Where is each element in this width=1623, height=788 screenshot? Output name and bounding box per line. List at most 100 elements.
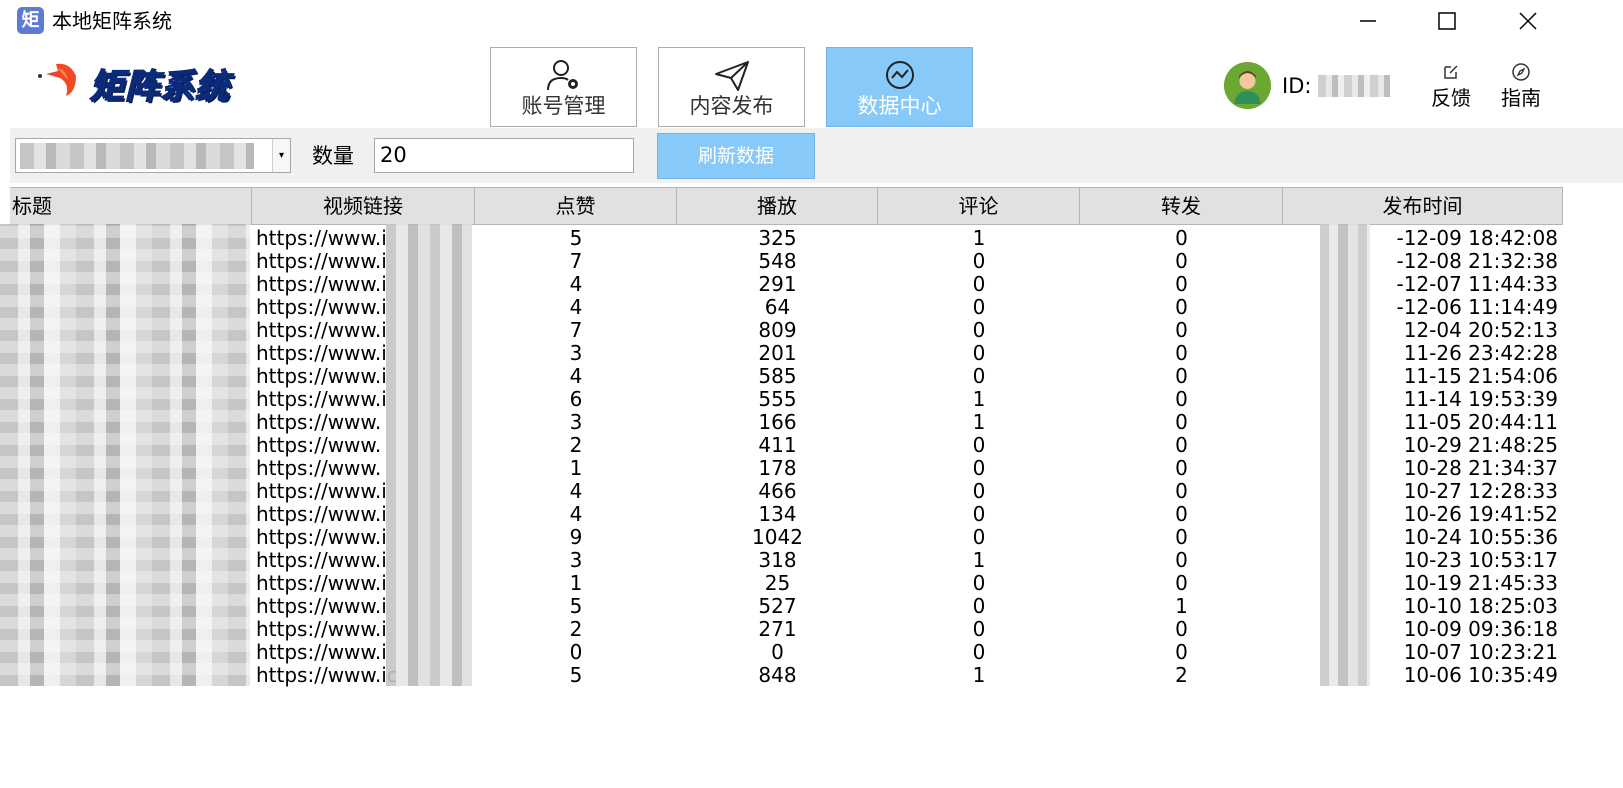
quantity-input[interactable]: 20	[374, 138, 634, 173]
close-button[interactable]	[1508, 4, 1548, 38]
cell-likes: 7	[569, 250, 583, 273]
cell-comments: 0	[972, 365, 986, 388]
cell-likes: 2	[569, 618, 583, 641]
cell-comments: 0	[972, 595, 986, 618]
user-gear-icon	[546, 60, 578, 91]
compass-icon	[1512, 63, 1530, 81]
window-title: 本地矩阵系统	[52, 9, 172, 33]
column-header-likes[interactable]: 点赞	[475, 188, 677, 225]
column-header-title[interactable]: 标题	[10, 188, 252, 225]
cell-shares: 0	[1175, 641, 1188, 664]
cell-shares: 0	[1175, 388, 1188, 411]
nav-content-publish-label: 内容发布	[689, 94, 774, 118]
app-icon: 矩	[17, 7, 44, 34]
cell-plays: 166	[758, 411, 797, 434]
cell-likes: 2	[569, 434, 583, 457]
title-bar: 矩 本地矩阵系统	[0, 0, 1623, 42]
cell-comments: 0	[972, 319, 986, 342]
cell-comments: 0	[972, 503, 986, 526]
cell-likes: 4	[569, 503, 583, 526]
cell-likes: 3	[569, 411, 583, 434]
cell-shares: 0	[1175, 273, 1188, 296]
cell-shares: 0	[1175, 618, 1188, 641]
cell-plays: 325	[758, 227, 797, 250]
cell-shares: 0	[1175, 526, 1188, 549]
cell-plays: 64	[764, 296, 791, 319]
cell-comments: 1	[972, 388, 986, 411]
nav-content-publish[interactable]: 内容发布	[658, 47, 805, 127]
cell-shares: 0	[1175, 434, 1188, 457]
column-header-link[interactable]: 视频链接	[252, 188, 475, 225]
cell-comments: 1	[972, 227, 986, 250]
refresh-data-button[interactable]: 刷新数据	[657, 133, 815, 179]
quantity-label: 数量	[312, 144, 354, 168]
bird-logo-icon	[38, 63, 76, 96]
feedback-button[interactable]: 反馈	[1427, 60, 1475, 112]
cell-likes: 5	[569, 595, 583, 618]
column-header-comments[interactable]: 评论	[878, 188, 1080, 225]
cell-shares: 0	[1175, 319, 1188, 342]
column-header-plays[interactable]: 播放	[677, 188, 878, 225]
cell-plays: 548	[758, 250, 797, 273]
cell-plays: 411	[758, 434, 797, 457]
cell-comments: 0	[972, 250, 986, 273]
cell-plays: 527	[758, 595, 797, 618]
maximize-button[interactable]	[1427, 4, 1467, 38]
logo-text: 矩阵系统	[89, 66, 230, 108]
cell-plays: 134	[758, 503, 797, 526]
cell-shares: 0	[1175, 503, 1188, 526]
cell-plays: 809	[758, 319, 797, 342]
cell-comments: 0	[972, 273, 986, 296]
cell-shares: 0	[1175, 342, 1188, 365]
cell-comments: 0	[972, 641, 986, 664]
avatar[interactable]	[1224, 62, 1271, 109]
cell-shares: 0	[1175, 572, 1188, 595]
account-select[interactable]: ▾	[15, 138, 291, 173]
feedback-label: 反馈	[1431, 86, 1471, 110]
user-id-label: ID:	[1282, 74, 1312, 98]
cell-likes: 4	[569, 365, 583, 388]
cell-comments: 0	[972, 457, 986, 480]
cell-plays: 178	[758, 457, 797, 480]
column-header-shares[interactable]: 转发	[1080, 188, 1283, 225]
cell-shares: 0	[1175, 480, 1188, 503]
paper-plane-icon	[714, 61, 749, 91]
cell-comments: 0	[972, 480, 986, 503]
cell-likes: 4	[569, 273, 583, 296]
cell-likes: 4	[569, 296, 583, 319]
redacted-links	[386, 224, 472, 686]
cell-comments: 0	[972, 526, 986, 549]
cell-comments: 0	[972, 296, 986, 319]
column-header-publish-time[interactable]: 发布时间	[1283, 188, 1563, 225]
cell-plays: 291	[758, 273, 797, 296]
cell-likes: 0	[569, 641, 583, 664]
cell-shares: 2	[1175, 664, 1188, 687]
cell-plays: 318	[758, 549, 797, 572]
cell-shares: 0	[1175, 365, 1188, 388]
redacted-titles	[0, 224, 250, 686]
cell-likes: 6	[569, 388, 583, 411]
user-avatar-icon	[1224, 62, 1271, 109]
edit-icon	[1444, 65, 1458, 79]
user-id-value	[1318, 75, 1390, 97]
cell-comments: 1	[972, 549, 986, 572]
cell-likes: 7	[569, 319, 583, 342]
chevron-down-icon[interactable]: ▾	[272, 139, 290, 172]
cell-likes: 5	[569, 664, 583, 687]
cell-likes: 1	[569, 457, 583, 480]
nav-account-management-label: 账号管理	[521, 94, 606, 118]
nav-data-center[interactable]: 数据中心	[826, 47, 973, 127]
cell-plays: 25	[764, 572, 791, 595]
cell-comments: 0	[972, 572, 986, 595]
nav-account-management[interactable]: 账号管理	[490, 47, 637, 127]
cell-shares: 0	[1175, 411, 1188, 434]
cell-comments: 0	[972, 618, 986, 641]
cell-shares: 0	[1175, 457, 1188, 480]
cell-shares: 0	[1175, 296, 1188, 319]
cell-comments: 1	[972, 664, 986, 687]
cell-comments: 1	[972, 411, 986, 434]
cell-plays: 585	[758, 365, 797, 388]
guide-button[interactable]: 指南	[1497, 60, 1545, 112]
cell-shares: 0	[1175, 549, 1188, 572]
minimize-button[interactable]	[1348, 4, 1388, 38]
